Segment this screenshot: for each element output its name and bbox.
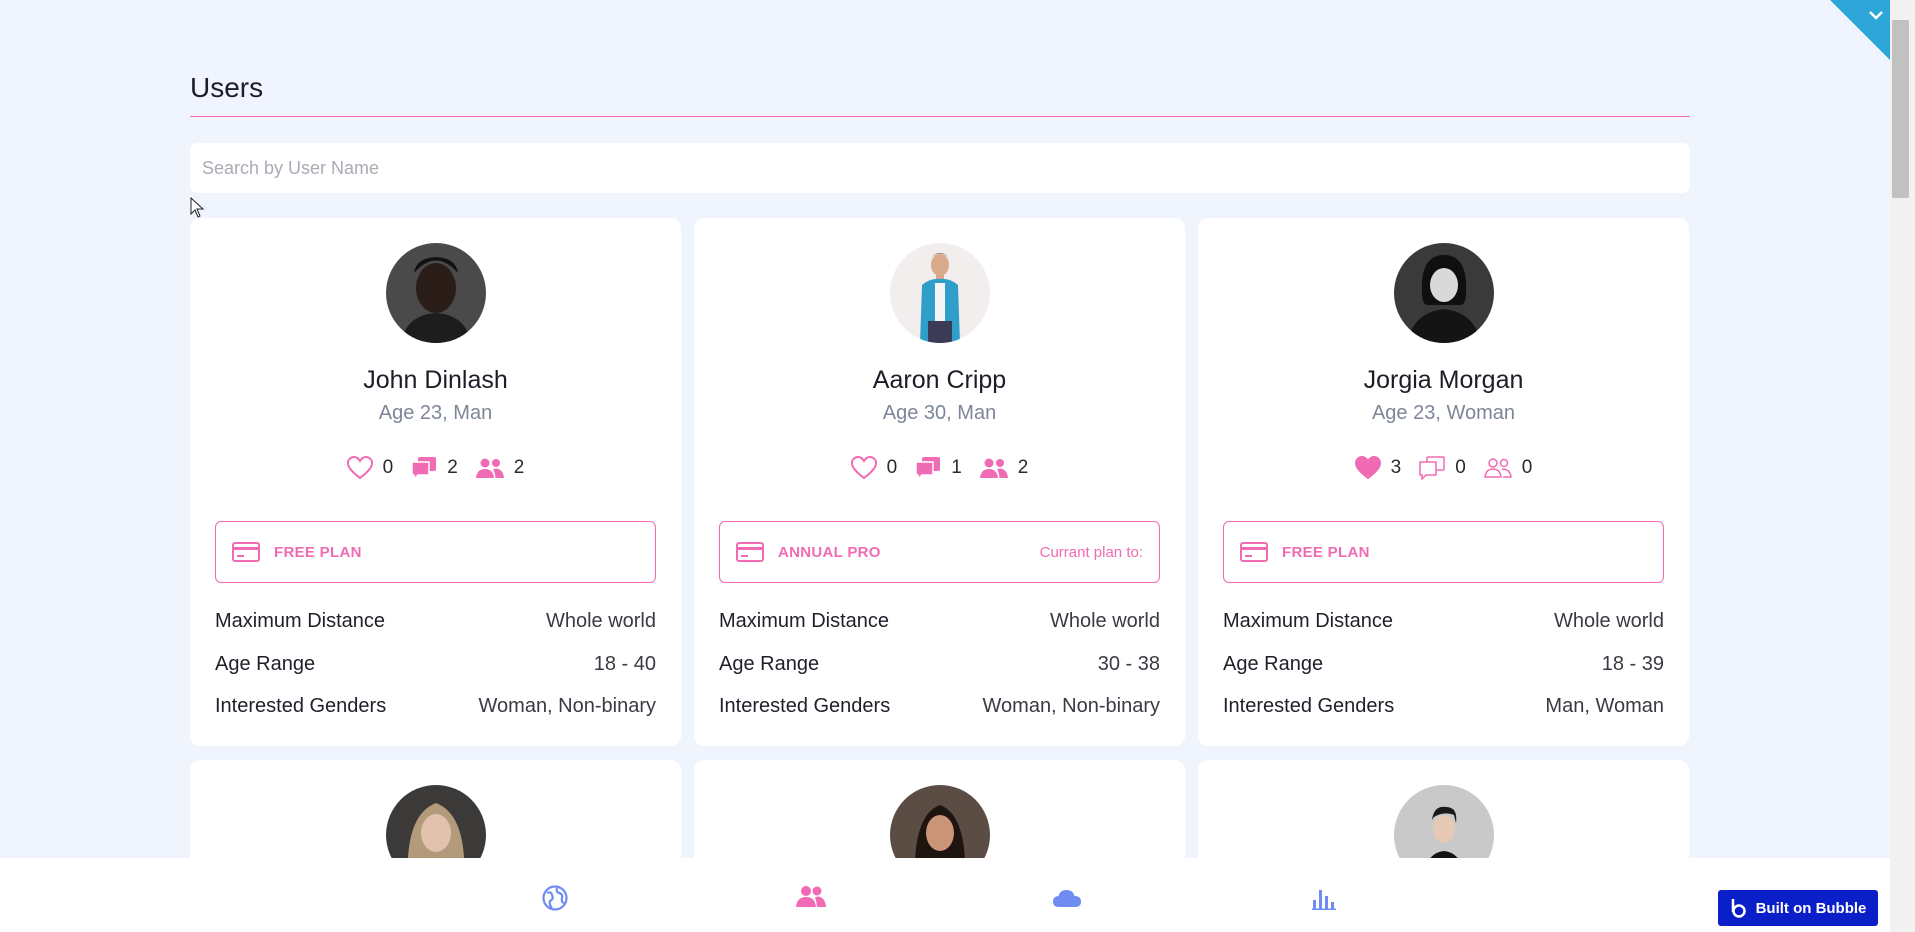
user-avatar (890, 243, 990, 343)
age-range-label: Age Range (1223, 653, 1324, 675)
matches-stat: 2 (475, 457, 525, 479)
user-card[interactable]: John Dinlash Age 23, Man 0 2 2 FREE PLAN… (190, 218, 681, 746)
user-stats: 0 1 2 (694, 456, 1185, 480)
user-avatar (1394, 243, 1494, 343)
people-icon (475, 458, 504, 478)
max-distance-row: Maximum Distance Whole world (215, 610, 656, 633)
interested-genders-row: Interested Genders Man, Woman (1223, 695, 1664, 718)
messages-count: 1 (951, 457, 962, 478)
likes-stat: 0 (850, 456, 898, 480)
max-distance-value: Whole world (1553, 610, 1664, 632)
chat-icon (411, 457, 437, 480)
heart-icon (346, 456, 373, 480)
page-title: Users (190, 72, 264, 103)
max-distance-row: Maximum Distance Whole world (719, 610, 1160, 633)
chat-icon (1419, 456, 1445, 480)
age-range-row: Age Range 30 - 38 (719, 653, 1160, 676)
max-distance-label: Maximum Distance (1223, 610, 1394, 632)
interested-genders-label: Interested Genders (1223, 695, 1395, 717)
max-distance-row: Maximum Distance Whole world (1223, 610, 1664, 633)
credit-card-icon (232, 542, 260, 562)
credit-card-icon (1240, 542, 1268, 562)
likes-stat: 0 (346, 456, 394, 480)
max-distance-label: Maximum Distance (215, 610, 386, 632)
age-range-label: Age Range (719, 653, 820, 675)
user-name: John Dinlash (363, 366, 508, 394)
people-icon (1483, 458, 1512, 478)
user-card[interactable]: Jorgia Morgan Age 23, Woman 3 0 0 FREE P… (1198, 218, 1689, 746)
age-range-row: Age Range 18 - 40 (215, 653, 656, 676)
user-stats: 0 2 2 (190, 456, 681, 480)
heart-icon (1354, 456, 1381, 480)
users-icon[interactable] (796, 885, 826, 907)
interested-genders-value: Woman, Non-binary (478, 695, 656, 717)
interested-genders-label: Interested Genders (215, 695, 387, 717)
interested-genders-value: Woman, Non-binary (982, 695, 1160, 717)
plan-label: FREE PLAN (1282, 543, 1370, 561)
search-input[interactable] (190, 143, 1690, 193)
messages-count: 2 (447, 457, 458, 478)
messages-stat: 1 (915, 456, 962, 480)
matches-stat: 0 (1483, 457, 1533, 479)
likes-count: 0 (382, 457, 394, 478)
likes-stat: 3 (1354, 456, 1402, 480)
messages-count: 0 (1455, 457, 1466, 478)
user-stats: 3 0 0 (1198, 456, 1689, 480)
bar-chart-icon[interactable] (1312, 888, 1336, 910)
globe-icon[interactable] (542, 885, 568, 911)
built-on-bubble-label: Built on Bubble (1755, 899, 1867, 917)
bottom-nav (0, 858, 1890, 932)
matches-stat: 2 (979, 457, 1029, 479)
chat-icon (915, 457, 941, 480)
matches-count: 0 (1521, 457, 1533, 478)
credit-card-icon (736, 542, 764, 562)
age-range-label: Age Range (215, 653, 316, 675)
likes-count: 3 (1390, 457, 1402, 478)
plan-box[interactable]: FREE PLAN (1223, 521, 1664, 583)
interested-genders-row: Interested Genders Woman, Non-binary (719, 695, 1160, 718)
interested-genders-row: Interested Genders Woman, Non-binary (215, 695, 656, 718)
likes-count: 0 (886, 457, 898, 478)
built-on-bubble-badge[interactable]: Built on Bubble (1718, 890, 1878, 926)
age-range-value: 30 - 38 (1097, 653, 1160, 675)
age-range-value: 18 - 39 (1601, 653, 1664, 675)
cloud-icon[interactable] (1052, 888, 1082, 908)
user-age-gender: Age 23, Woman (1371, 402, 1516, 424)
user-name: Jorgia Morgan (1363, 366, 1524, 394)
user-age-gender: Age 23, Man (378, 402, 493, 424)
user-name: Aaron Cripp (872, 366, 1007, 394)
messages-stat: 0 (1419, 456, 1466, 480)
plan-note: Currant plan to: (1039, 543, 1143, 561)
matches-count: 2 (1017, 457, 1029, 478)
app-viewport: Users John Dinlash Age 23, Man 0 2 (0, 0, 1890, 932)
max-distance-value: Whole world (1049, 610, 1160, 632)
user-card[interactable]: Aaron Cripp Age 30, Man 0 1 2 ANNUAL PRO… (694, 218, 1185, 746)
age-range-row: Age Range 18 - 39 (1223, 653, 1664, 676)
max-distance-label: Maximum Distance (719, 610, 890, 632)
plan-box[interactable]: ANNUAL PRO Currant plan to: (719, 521, 1160, 583)
plan-label: FREE PLAN (274, 543, 362, 561)
people-icon (979, 458, 1008, 478)
matches-count: 2 (513, 457, 525, 478)
user-age-gender: Age 30, Man (882, 402, 997, 424)
chevron-down-icon[interactable] (1830, 0, 1890, 60)
title-divider (190, 116, 1690, 117)
interested-genders-label: Interested Genders (719, 695, 891, 717)
plan-box[interactable]: FREE PLAN (215, 521, 656, 583)
heart-icon (850, 456, 877, 480)
max-distance-value: Whole world (545, 610, 656, 632)
scrollbar-thumb[interactable] (1892, 20, 1909, 198)
interested-genders-value: Man, Woman (1545, 695, 1664, 717)
bubble-logo-icon (1731, 899, 1746, 918)
messages-stat: 2 (411, 456, 458, 480)
plan-label: ANNUAL PRO (778, 543, 881, 561)
user-avatar (386, 243, 486, 343)
mouse-cursor-icon (190, 197, 205, 218)
age-range-value: 18 - 40 (593, 653, 656, 675)
